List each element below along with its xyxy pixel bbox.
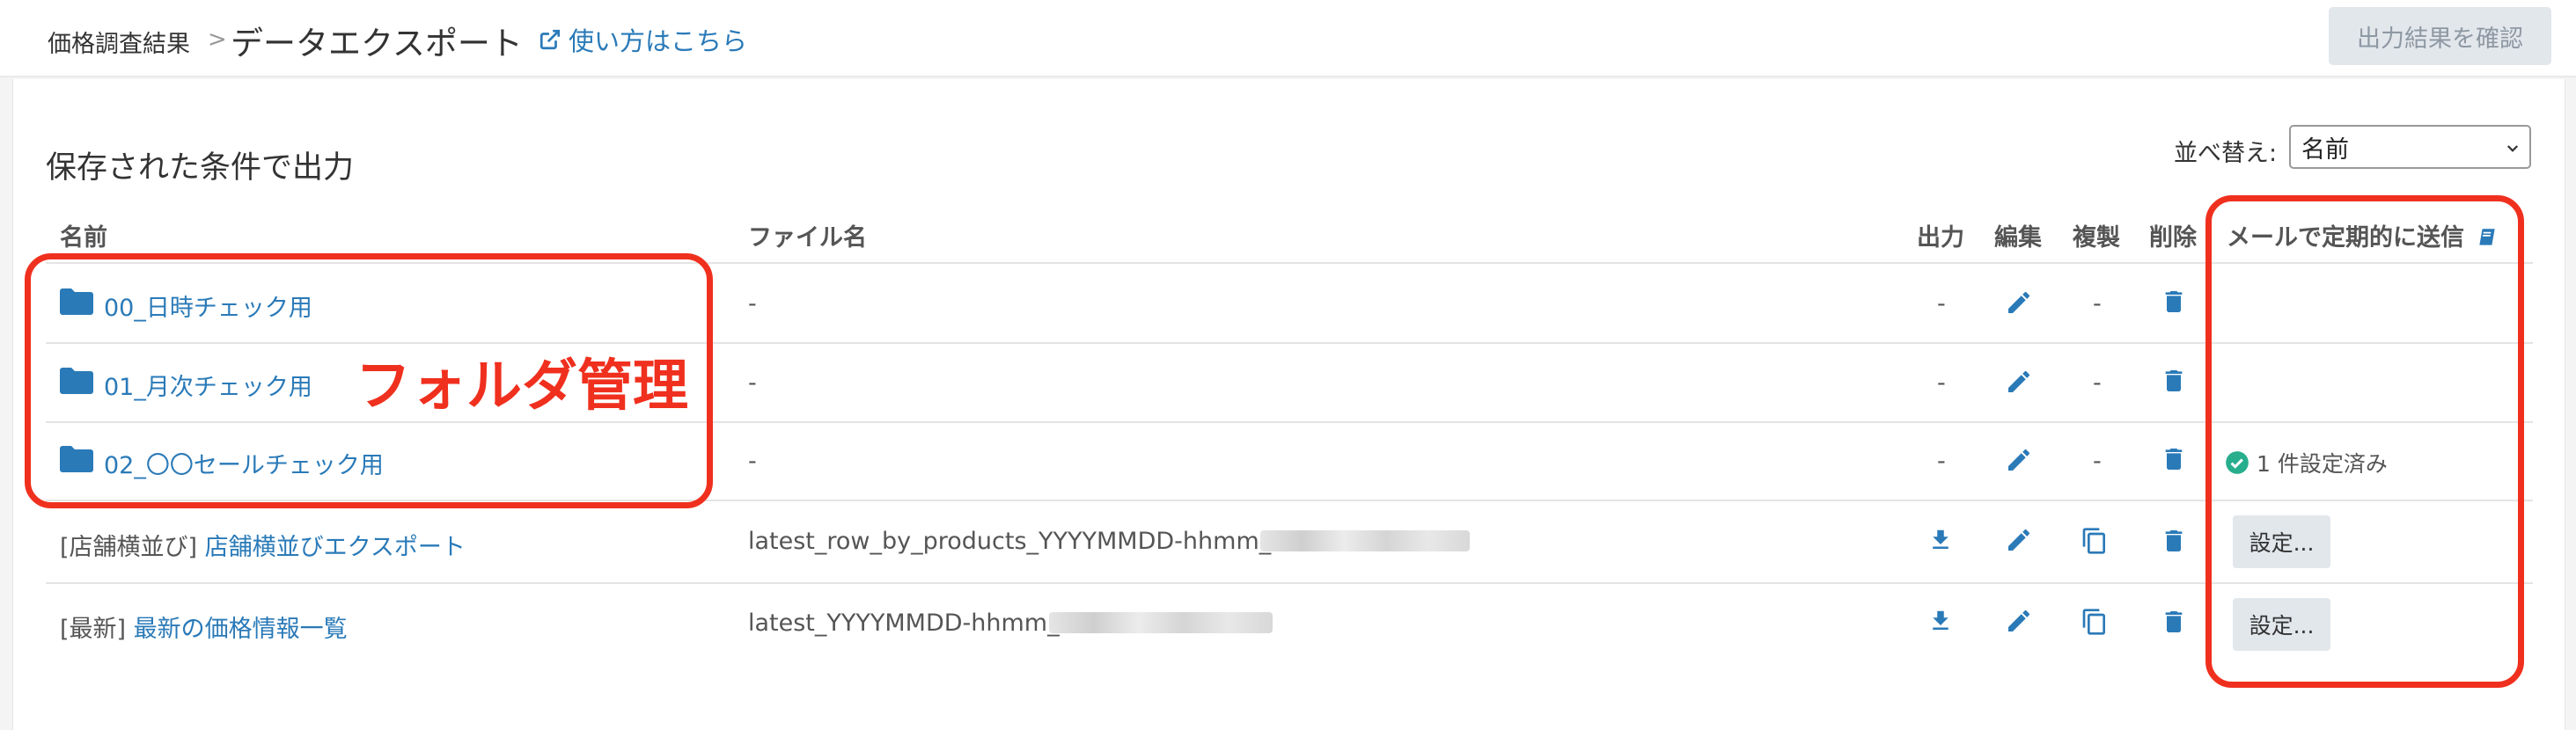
filename-cell: latest_row_by_products_YYYYMMDD-hhmm_ [748,528,1272,555]
download-icon[interactable] [1927,607,1954,635]
column-header-name: 名前 [60,224,107,252]
sort-select-value: 名前 [2301,135,2349,164]
column-header-delete: 削除 [2149,224,2197,252]
breadcrumb-parent[interactable]: 価格調査結果 [48,25,190,59]
annotation-label: フォルダ管理 [356,354,688,418]
copy-cell: - [2093,369,2102,397]
confirm-output-button[interactable]: 出力結果を確認 [2329,7,2551,65]
filename-cell: - [748,448,757,475]
blurred-filename-suffix [1049,612,1273,633]
copy-cell: - [2093,290,2102,318]
sort-label: 並べ替え: [2174,140,2278,167]
edit-pencil-icon[interactable] [2005,607,2033,635]
sort-select[interactable]: 名前 [2289,125,2531,169]
filename-cell: - [748,369,757,397]
help-link-label: 使い方はこちら [569,26,748,56]
output-cell: - [1937,290,1946,318]
column-header-output: 出力 [1917,224,1964,252]
mail-column-annotation-box [2205,195,2524,688]
edit-pencil-icon[interactable] [2005,526,2033,554]
column-header-filename: ファイル名 [748,224,867,252]
section-title: 保存された条件で出力 [46,150,355,186]
blurred-filename-suffix [1260,530,1470,551]
output-cell: - [1937,369,1946,397]
trash-icon[interactable] [2160,366,2188,396]
export-row-name: [店舗横並び] 店舗横並びエクスポート [60,528,466,562]
copy-icon[interactable] [2081,526,2109,556]
row-divider [46,582,2533,584]
edit-pencil-icon[interactable] [2005,288,2033,317]
filename-cell: latest_YYYYMMDD-hhmm_ [748,610,1060,637]
edit-pencil-icon[interactable] [2005,368,2033,396]
page-title: データエクスポート [231,25,523,62]
help-link[interactable]: 使い方はこちら [539,21,747,58]
export-name-link[interactable]: 店舗横並びエクスポート [205,534,466,561]
export-category: [最新] [60,616,127,643]
trash-icon[interactable] [2160,287,2188,317]
chevron-down-icon [2506,145,2519,152]
filename-cell: - [748,290,757,318]
external-link-icon [539,29,561,50]
trash-icon[interactable] [2160,607,2188,637]
copy-cell: - [2093,448,2102,475]
column-header-copy: 複製 [2073,224,2120,252]
trash-icon[interactable] [2160,526,2188,556]
output-cell: - [1937,448,1946,475]
top-bar: 価格調査結果 > データエクスポート 使い方はこちら 出力結果を確認 [0,0,2576,77]
copy-icon[interactable] [2081,607,2109,637]
download-icon[interactable] [1927,526,1954,554]
trash-icon[interactable] [2160,444,2188,474]
export-row-name: [最新] 最新の価格情報一覧 [60,610,348,644]
export-name-link[interactable]: 最新の価格情報一覧 [134,616,348,643]
export-category: [店舗横並び] [60,534,198,561]
breadcrumb-separator: > [208,26,227,53]
column-header-edit: 編集 [1994,224,2042,252]
edit-pencil-icon[interactable] [2005,446,2033,474]
